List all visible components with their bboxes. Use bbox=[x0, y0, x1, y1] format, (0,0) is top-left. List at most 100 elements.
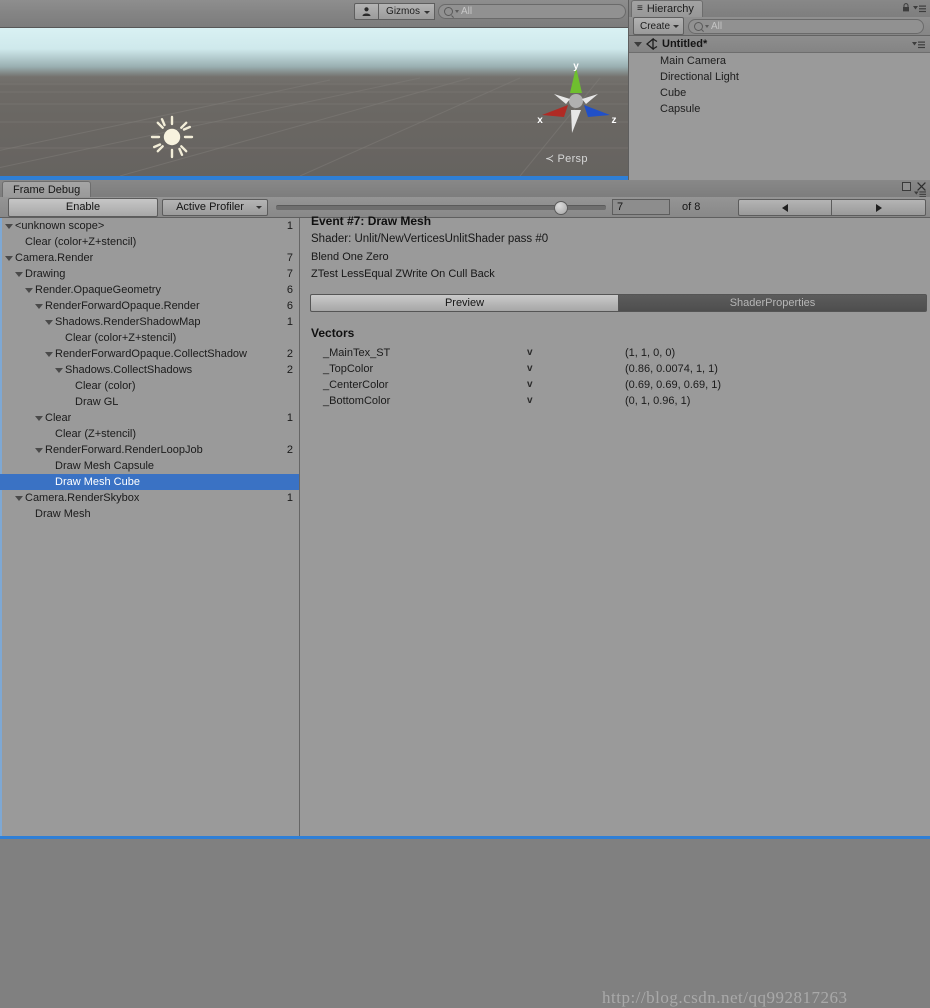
tree-row[interactable]: Draw Mesh bbox=[0, 506, 299, 522]
tree-row[interactable]: Draw Mesh Capsule bbox=[0, 458, 299, 474]
tree-row[interactable]: RenderForwardOpaque.Render 6 bbox=[0, 298, 299, 314]
search-icon bbox=[444, 7, 453, 16]
tree-row-label: Draw GL bbox=[75, 396, 119, 408]
close-icon[interactable] bbox=[917, 182, 926, 191]
tree-row-count: 7 bbox=[286, 252, 293, 264]
unity-editor-window: Gizmos All y x z ≺ Persp ≡ Hierarchy Cre… bbox=[0, 0, 930, 1007]
tree-row-label: Camera.Render bbox=[15, 252, 94, 264]
hierarchy-item[interactable]: Cube bbox=[629, 85, 930, 101]
tree-row-count: 1 bbox=[286, 412, 293, 424]
triangle-down-icon[interactable] bbox=[55, 367, 63, 373]
tree-row[interactable]: Draw GL bbox=[0, 394, 299, 410]
event-number-value: 7 bbox=[617, 201, 624, 213]
tree-row-count: 2 bbox=[286, 348, 293, 360]
next-event-button[interactable] bbox=[832, 199, 926, 216]
tab-hierarchy[interactable]: ≡ Hierarchy bbox=[631, 0, 703, 17]
frame-debug-detail-pane: Event #7: Draw Mesh Shader: Unlit/NewVer… bbox=[301, 214, 930, 839]
tree-row-label: Clear bbox=[45, 412, 72, 424]
tree-row-count: 2 bbox=[286, 444, 293, 456]
tree-row-label: Draw Mesh Cube bbox=[55, 476, 140, 488]
vector-value: (0.69, 0.69, 0.69, 1) bbox=[625, 379, 722, 391]
tab-preview-label: Preview bbox=[444, 297, 485, 309]
triangle-down-icon[interactable] bbox=[45, 319, 53, 325]
tree-row[interactable]: Draw Mesh Cube bbox=[0, 474, 299, 490]
svg-text:x: x bbox=[537, 115, 543, 126]
triangle-down-icon[interactable] bbox=[35, 447, 43, 453]
frame-debug-tab-label: Frame Debug bbox=[13, 183, 81, 196]
tree-row[interactable]: Camera.RenderSkybox 1 bbox=[0, 490, 299, 506]
tree-row-count: 6 bbox=[286, 284, 293, 296]
chevron-down-icon bbox=[455, 10, 459, 13]
triangle-down-icon[interactable] bbox=[5, 223, 13, 229]
scene-axis-gizmo[interactable]: y x z bbox=[528, 63, 624, 143]
tree-row[interactable]: Shadows.RenderShadowMap 1 bbox=[0, 314, 299, 330]
tab-frame-debug[interactable]: Frame Debug bbox=[2, 181, 92, 197]
vector-row: _BottomColor v (0, 1, 0.96, 1) bbox=[301, 395, 930, 411]
tree-row-label: Render.OpaqueGeometry bbox=[35, 284, 161, 296]
tree-row[interactable]: Camera.Render 7 bbox=[0, 250, 299, 266]
scene-root-label: Untitled* bbox=[662, 38, 708, 50]
previous-event-button[interactable] bbox=[738, 199, 832, 216]
tree-row-label: Clear (Z+stencil) bbox=[55, 428, 136, 440]
panel-menu-icon[interactable] bbox=[913, 5, 926, 13]
tree-row[interactable]: Clear (Z+stencil) bbox=[0, 426, 299, 442]
tree-row-count: 7 bbox=[286, 268, 293, 280]
triangle-down-icon[interactable] bbox=[15, 271, 23, 277]
hierarchy-item[interactable]: Main Camera bbox=[629, 53, 930, 69]
person-icon[interactable] bbox=[354, 3, 379, 20]
scene-search-input[interactable]: All bbox=[438, 4, 626, 19]
tree-row[interactable]: Clear (color+Z+stencil) bbox=[0, 330, 299, 346]
hierarchy-toolbar: Create All bbox=[629, 17, 930, 36]
tree-row[interactable]: RenderForward.RenderLoopJob 2 bbox=[0, 442, 299, 458]
tree-row[interactable]: Clear 1 bbox=[0, 410, 299, 426]
scene-view-panel: Gizmos All y x z ≺ Persp bbox=[0, 0, 628, 180]
triangle-down-icon[interactable] bbox=[15, 495, 23, 501]
hierarchy-item[interactable]: Directional Light bbox=[629, 69, 930, 85]
event-slider-handle[interactable] bbox=[554, 201, 568, 215]
tree-row[interactable]: Shadows.CollectShadows 2 bbox=[0, 362, 299, 378]
enable-button[interactable]: Enable bbox=[8, 197, 158, 217]
create-button[interactable]: Create bbox=[633, 17, 685, 35]
sun-light-gizmo-icon[interactable] bbox=[150, 115, 194, 159]
hierarchy-item[interactable]: Capsule bbox=[629, 101, 930, 117]
tree-row[interactable]: Clear (color+Z+stencil) bbox=[0, 234, 299, 250]
triangle-down-icon[interactable] bbox=[45, 351, 53, 357]
hierarchy-tab-label: Hierarchy bbox=[646, 3, 694, 15]
tab-shader-properties[interactable]: ShaderProperties bbox=[619, 294, 927, 312]
event-slider[interactable] bbox=[276, 199, 606, 216]
frame-debug-toolbar: Enable Active Profiler 7 of 8 bbox=[0, 197, 930, 218]
tree-row[interactable]: Clear (color) bbox=[0, 378, 299, 394]
triangle-down-icon[interactable] bbox=[35, 415, 43, 421]
tree-row-count: 1 bbox=[286, 316, 293, 328]
tree-row[interactable]: Render.OpaqueGeometry 6 bbox=[0, 282, 299, 298]
triangle-down-icon[interactable] bbox=[35, 303, 43, 309]
tree-row[interactable]: RenderForwardOpaque.CollectShadow 2 bbox=[0, 346, 299, 362]
tab-shader-properties-label: ShaderProperties bbox=[729, 297, 816, 309]
tree-row[interactable]: <unknown scope> 1 bbox=[0, 218, 299, 234]
frame-debug-event-tree[interactable]: <unknown scope> 1 Clear (color+Z+stencil) C… bbox=[0, 218, 300, 839]
active-profiler-dropdown[interactable]: Active Profiler bbox=[162, 198, 268, 216]
hierarchy-scene-root[interactable]: Untitled* bbox=[629, 36, 930, 53]
event-number-input[interactable]: 7 bbox=[612, 199, 670, 215]
triangle-down-icon[interactable] bbox=[25, 287, 33, 293]
tab-preview[interactable]: Preview bbox=[310, 294, 619, 312]
vector-type: v bbox=[527, 379, 533, 390]
chevron-down-icon bbox=[673, 25, 680, 28]
projection-mode-label[interactable]: ≺ Persp bbox=[545, 152, 588, 165]
tree-row-count: 2 bbox=[286, 364, 293, 376]
maximize-icon[interactable] bbox=[902, 182, 911, 191]
scene-viewport[interactable]: y x z ≺ Persp bbox=[0, 28, 628, 176]
gizmos-dropdown[interactable]: Gizmos bbox=[379, 3, 435, 20]
tree-row-count: 1 bbox=[286, 220, 293, 232]
triangle-down-icon[interactable] bbox=[634, 41, 642, 47]
tree-row[interactable]: Drawing 7 bbox=[0, 266, 299, 282]
scene-context-menu-icon[interactable] bbox=[912, 41, 925, 49]
triangle-down-icon[interactable] bbox=[5, 255, 13, 261]
vector-value: (1, 1, 0, 0) bbox=[625, 347, 676, 359]
enable-label: Enable bbox=[65, 201, 101, 213]
hierarchy-search-input[interactable]: All bbox=[688, 18, 924, 34]
lock-icon[interactable] bbox=[902, 3, 910, 12]
